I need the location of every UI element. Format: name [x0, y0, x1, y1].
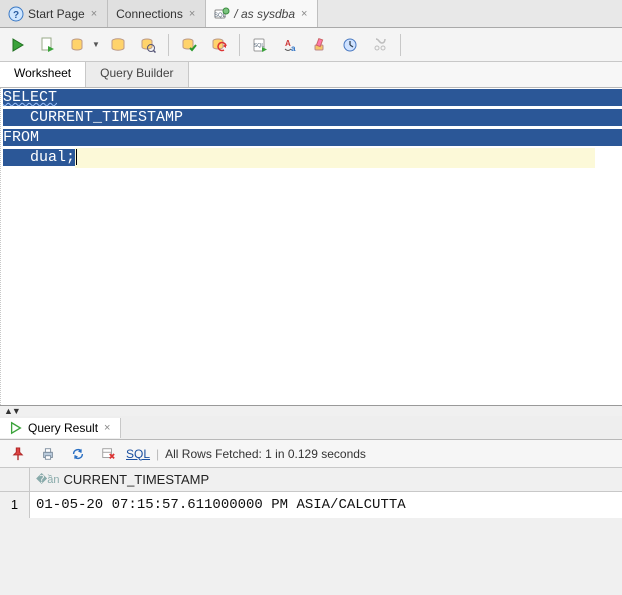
- rollback-button[interactable]: [207, 33, 231, 57]
- result-tab-label: Query Result: [28, 421, 98, 435]
- result-grid: �ần CURRENT_TIMESTAMP 1 01-05-20 07:15:5…: [0, 468, 622, 518]
- rownum-cell: 1: [0, 492, 30, 518]
- worksheet-tab-bar: Worksheet Query Builder: [0, 62, 622, 88]
- delete-row-button[interactable]: [96, 442, 120, 466]
- run-icon: [8, 420, 24, 436]
- fetch-status-text: All Rows Fetched: 1 in 0.129 seconds: [165, 447, 366, 461]
- connection-tab-bar: ? Start Page × Connections × SQL / as sy…: [0, 0, 622, 28]
- tab-start-page[interactable]: ? Start Page ×: [0, 0, 108, 27]
- run-script-button[interactable]: [36, 33, 60, 57]
- rownum-header: [0, 468, 30, 491]
- tab-label: Connections: [116, 7, 183, 21]
- close-icon[interactable]: ×: [89, 8, 99, 20]
- sql-link[interactable]: SQL: [126, 447, 150, 461]
- tab-query-result[interactable]: Query Result ×: [0, 418, 121, 438]
- separator: [239, 34, 240, 56]
- close-icon[interactable]: ×: [299, 8, 309, 20]
- clear-button[interactable]: [308, 33, 332, 57]
- open-sql-file-button[interactable]: SQL: [248, 33, 272, 57]
- run-statement-button[interactable]: [6, 33, 30, 57]
- sql-line: SELECT: [3, 89, 57, 106]
- separator: [400, 34, 401, 56]
- tab-as-sysdba[interactable]: SQL / as sysdba ×: [206, 0, 318, 27]
- refresh-button[interactable]: [66, 442, 90, 466]
- dropdown-icon[interactable]: ▼: [92, 40, 100, 49]
- result-header-row: �ần CURRENT_TIMESTAMP: [0, 468, 622, 492]
- close-icon[interactable]: ×: [187, 8, 197, 20]
- tab-query-builder[interactable]: Query Builder: [86, 62, 188, 87]
- caret-line: [75, 148, 595, 168]
- sql-line: dual;: [3, 149, 75, 166]
- tab-worksheet[interactable]: Worksheet: [0, 62, 86, 87]
- pin-button[interactable]: [6, 442, 30, 466]
- result-toolbar: SQL | All Rows Fetched: 1 in 0.129 secon…: [0, 440, 622, 468]
- column-header[interactable]: �ần CURRENT_TIMESTAMP: [30, 468, 622, 491]
- help-icon: ?: [8, 6, 24, 22]
- sql-editor-area: − SELECT CURRENT_TIMESTAMP FROM dual;: [0, 88, 622, 406]
- column-sort-icon: �ần: [36, 473, 60, 486]
- separator: [168, 34, 169, 56]
- data-cell: 01-05-20 07:15:57.611000000 PM ASIA/CALC…: [30, 492, 622, 518]
- svg-text:?: ?: [13, 10, 19, 21]
- sql-line: CURRENT_TIMESTAMP: [3, 109, 183, 126]
- splitter-handle[interactable]: ▲▼: [0, 406, 622, 416]
- sql-history-button[interactable]: [338, 33, 362, 57]
- commit-button[interactable]: [177, 33, 201, 57]
- sql-editor[interactable]: SELECT CURRENT_TIMESTAMP FROM dual;: [1, 88, 622, 405]
- table-row[interactable]: 1 01-05-20 07:15:57.611000000 PM ASIA/CA…: [0, 492, 622, 518]
- close-icon[interactable]: ×: [102, 422, 112, 434]
- tab-label: Start Page: [28, 7, 85, 21]
- autotrace-button[interactable]: [136, 33, 160, 57]
- find-replace-button[interactable]: Aa: [278, 33, 302, 57]
- worksheet-toolbar: ▼ SQL Aa: [0, 28, 622, 62]
- tab-label: / as sysdba: [234, 7, 295, 21]
- print-button[interactable]: [36, 442, 60, 466]
- explain-plan-button[interactable]: [106, 33, 130, 57]
- sql-line: FROM: [3, 129, 39, 146]
- text-caret: [76, 149, 77, 165]
- column-name: CURRENT_TIMESTAMP: [64, 472, 210, 487]
- db-select-button[interactable]: [66, 33, 90, 57]
- snippets-button[interactable]: [368, 33, 392, 57]
- result-tab-bar: Query Result ×: [0, 416, 622, 440]
- tab-connections[interactable]: Connections ×: [108, 0, 206, 27]
- svg-text:a: a: [291, 44, 296, 53]
- sql-connection-icon: SQL: [214, 6, 230, 22]
